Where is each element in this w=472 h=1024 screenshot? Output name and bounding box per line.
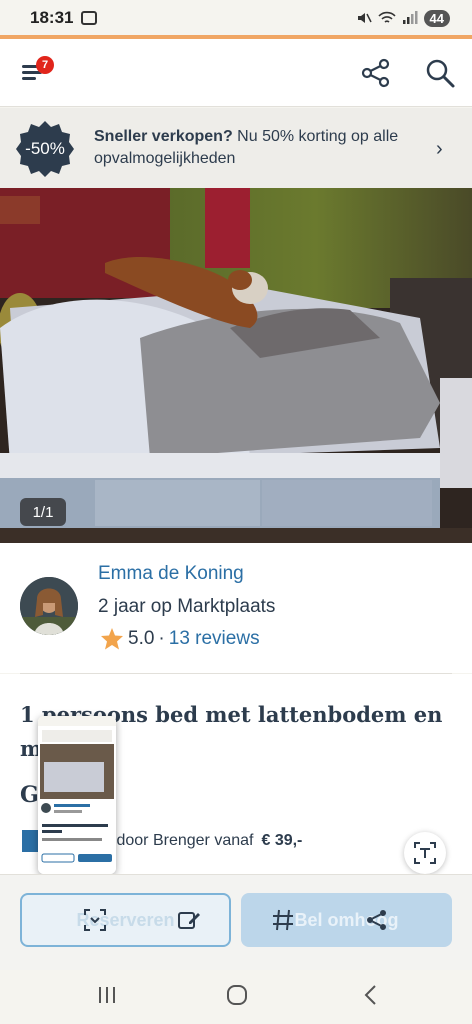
wifi-icon <box>377 11 396 23</box>
search-icon <box>426 59 455 88</box>
screenshot-thumbnail[interactable] <box>38 716 116 874</box>
text-scan-icon <box>414 842 436 864</box>
listing-image <box>0 188 472 543</box>
discount-badge: -50% <box>16 120 74 178</box>
app-header: 7 <box>0 39 472 107</box>
recent-apps-button[interactable] <box>92 982 122 1008</box>
signal-icon <box>402 11 418 24</box>
back-button[interactable] <box>356 982 386 1008</box>
share-icon <box>367 910 386 930</box>
share-tool-button[interactable] <box>364 907 390 933</box>
listing-photo[interactable] <box>0 188 472 543</box>
share-button[interactable] <box>360 57 392 89</box>
rating-value: 5.0 <box>128 628 155 649</box>
promo-text: Sneller verkopen? Nu 50% korting op alle… <box>94 126 424 170</box>
status-bar: 18:31 44 <box>0 0 472 36</box>
rating-separator: · <box>158 628 165 649</box>
seller-membership: 2 jaar op Marktplaats <box>98 596 276 617</box>
battery-indicator: 44 <box>423 9 450 27</box>
status-time: 18:31 <box>30 8 74 27</box>
reviews-link[interactable]: 13 reviews <box>169 628 260 650</box>
delivery-price: € 39,- <box>261 832 303 849</box>
discount-badge-label: -50% <box>25 139 65 158</box>
promo-title: Sneller verkopen? <box>94 128 233 145</box>
screen-record-icon <box>81 11 98 25</box>
share-icon <box>361 58 390 88</box>
hashtag-icon <box>273 909 293 931</box>
chevron-right-icon: › <box>436 138 443 160</box>
scan-icon <box>84 909 106 931</box>
edit-tool-button[interactable] <box>176 907 202 933</box>
status-icons: 44 <box>356 9 450 27</box>
recent-apps-icon <box>99 987 115 1003</box>
seller-name[interactable]: Emma de Koning <box>98 563 244 585</box>
seller-section: Emma de Koning 2 jaar op Marktplaats 5.0… <box>0 543 472 673</box>
system-nav-bar <box>0 970 472 1024</box>
search-button[interactable] <box>424 57 456 89</box>
notification-badge: 7 <box>36 56 54 74</box>
avatar-image <box>20 577 78 635</box>
promo-banner[interactable]: -50% Sneller verkopen? Nu 50% korting op… <box>0 108 472 188</box>
text-scan-button[interactable] <box>404 832 446 874</box>
back-icon <box>364 985 376 1005</box>
photo-counter: 1/1 <box>20 498 66 526</box>
hashtag-tool-button[interactable] <box>270 907 296 933</box>
edit-icon <box>178 912 200 929</box>
screenshot-preview <box>38 716 116 874</box>
scan-tool-button[interactable] <box>82 907 108 933</box>
action-bar: Reserveren Bel omhoog <box>0 874 472 970</box>
mute-icon <box>357 13 372 23</box>
seller-rating: 5.0 · 13 reviews <box>100 627 260 651</box>
home-button[interactable] <box>222 982 252 1008</box>
avatar[interactable] <box>20 577 78 635</box>
home-icon <box>227 985 247 1005</box>
star-icon <box>101 628 123 650</box>
